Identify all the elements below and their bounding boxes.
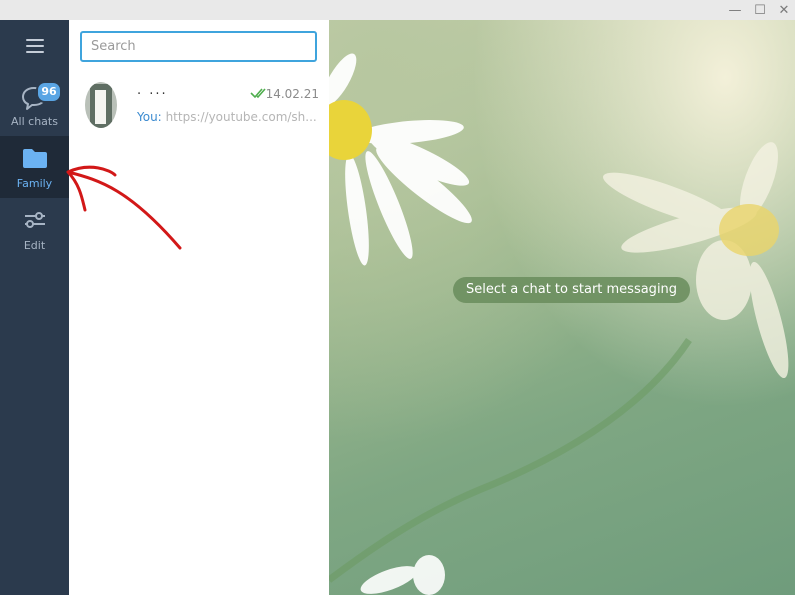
folder-icon xyxy=(22,149,47,168)
preview-sender: You: xyxy=(137,110,162,124)
folder-edit[interactable]: Edit xyxy=(0,198,69,260)
preview-text: https://youtube.com/sh... xyxy=(165,110,317,124)
wallpaper-image xyxy=(329,53,789,595)
chat-preview: You: https://youtube.com/sh... xyxy=(137,110,321,124)
chat-name: . ... xyxy=(137,83,168,98)
chat-area: Select a chat to start messaging xyxy=(329,20,795,595)
chat-time: 14.02.21 xyxy=(265,87,319,101)
chat-list-panel: . ... 14.02.21 You: https://youtube.com/… xyxy=(69,20,329,595)
folder-label: Family xyxy=(16,177,53,190)
minimize-button[interactable]: — xyxy=(723,0,747,20)
close-button[interactable]: ✕ xyxy=(772,0,795,20)
hamburger-icon xyxy=(25,39,44,53)
title-bar: — ☐ ✕ xyxy=(0,0,795,20)
avatar xyxy=(85,82,117,128)
maximize-button[interactable]: ☐ xyxy=(748,0,772,20)
unread-badge: 96 xyxy=(36,81,62,103)
folder-family[interactable]: Family xyxy=(0,136,69,198)
select-chat-hint: Select a chat to start messaging xyxy=(453,277,691,303)
sliders-icon xyxy=(24,212,45,228)
folder-sidebar: 96 All chats Family Edit xyxy=(0,20,69,595)
folder-all-chats[interactable]: 96 All chats xyxy=(0,74,69,136)
folder-label: Edit xyxy=(23,239,46,252)
chat-list-item[interactable]: . ... 14.02.21 You: https://youtube.com/… xyxy=(69,77,329,137)
main-menu-button[interactable] xyxy=(0,20,69,72)
folder-label: All chats xyxy=(11,115,58,128)
search-input[interactable] xyxy=(80,31,317,62)
